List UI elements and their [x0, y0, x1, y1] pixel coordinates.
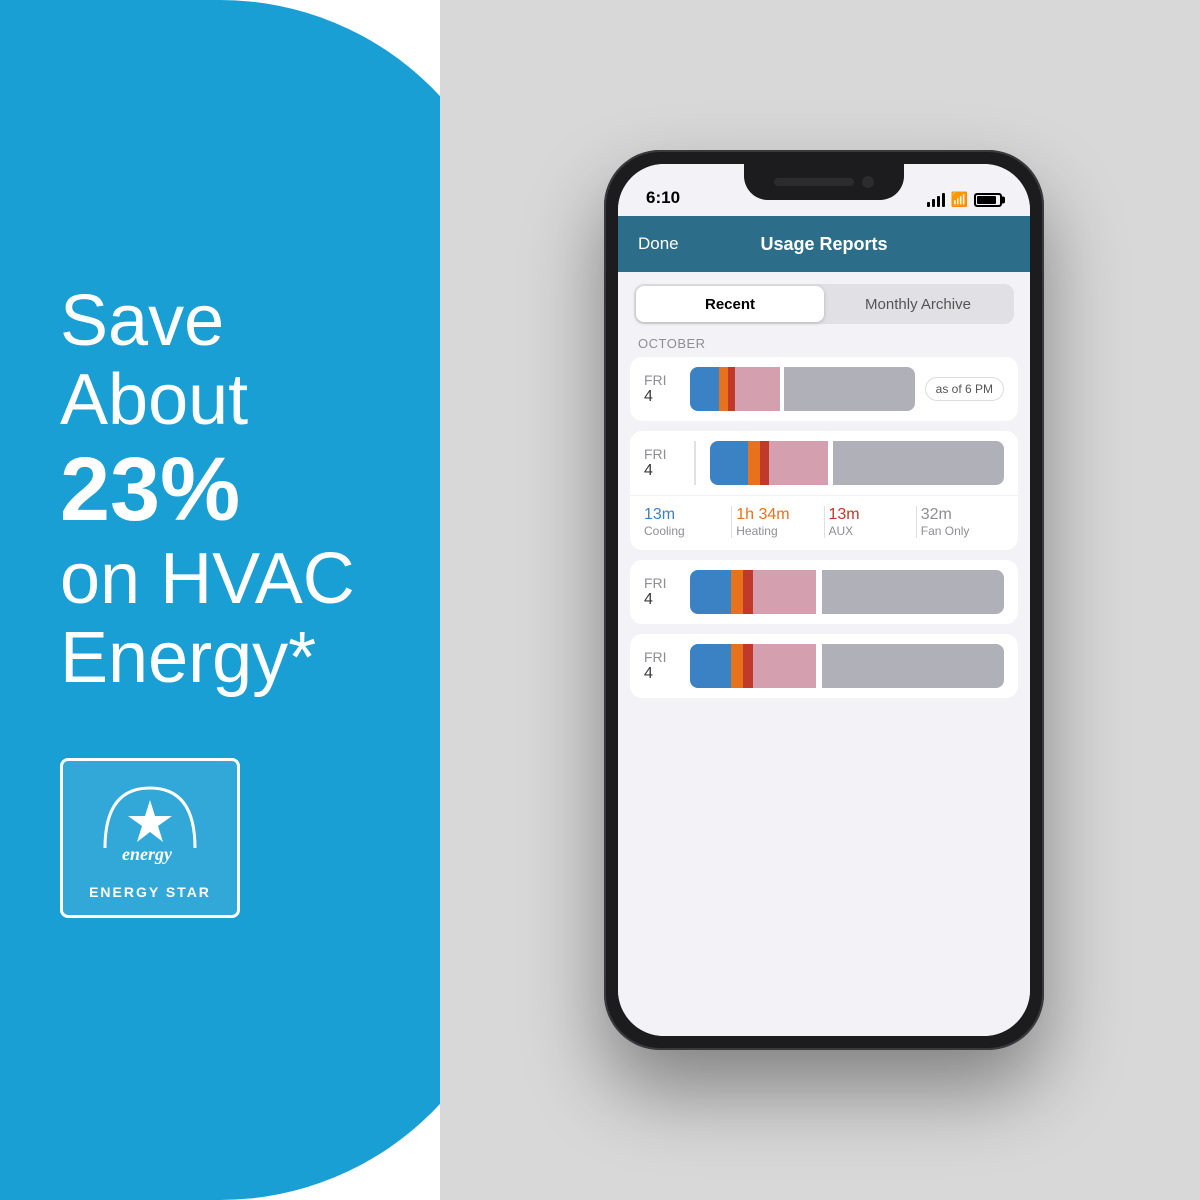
stat-label-fan: Fan Only: [921, 524, 1004, 538]
headline-text: Save About 23% on HVAC Energy*: [60, 282, 410, 698]
stat-heating: 1h 34m Heating: [736, 506, 819, 538]
usage-bar-3: [690, 570, 1004, 614]
signal-icon: [927, 193, 945, 207]
stat-label-aux: AUX: [829, 524, 912, 538]
nav-title: Usage Reports: [760, 234, 887, 255]
stat-cooling: 13m Cooling: [644, 506, 727, 538]
usage-row-4[interactable]: FRI 4: [630, 634, 1018, 698]
segment-control: Recent Monthly Archive: [634, 284, 1014, 324]
camera-dot: [862, 176, 874, 188]
phone-device: 6:10 📶 Done: [604, 150, 1044, 1050]
tab-monthly-archive[interactable]: Monthly Archive: [824, 286, 1012, 322]
save-line: Save: [60, 281, 224, 361]
wifi-icon: 📶: [951, 191, 968, 208]
percent-line: 23%: [60, 440, 240, 540]
usage-bar-2: [710, 441, 1004, 485]
stat-label-heating: Heating: [736, 524, 819, 538]
energy-line: Energy*: [60, 618, 316, 698]
usage-row-3[interactable]: FRI 4: [630, 560, 1018, 624]
about-line: About: [60, 360, 248, 440]
day-label-1: FRI 4: [644, 372, 680, 406]
stat-value-heating: 1h 34m: [736, 506, 819, 524]
energy-star-svg: energy: [90, 778, 210, 873]
usage-row-expanded[interactable]: FRI 4: [630, 431, 1018, 550]
tab-recent[interactable]: Recent: [636, 286, 824, 322]
svg-text:energy: energy: [122, 844, 173, 864]
expanded-stats: 13m Cooling 1h 34m Heating 13m AUX: [630, 496, 1018, 550]
nav-bar: Done Usage Reports: [618, 216, 1030, 272]
expanded-bar-row: FRI 4: [630, 431, 1018, 496]
content-area: OCTOBER FRI 4 as of 6 PM: [618, 326, 1030, 1036]
energy-star-label: ENERGY STAR: [89, 884, 211, 900]
usage-bar-1: [690, 367, 915, 411]
energy-star-badge: energy ENERGY STAR: [60, 758, 240, 918]
as-of-badge: as of 6 PM: [925, 377, 1004, 401]
stat-aux: 13m AUX: [829, 506, 912, 538]
usage-bar-4: [690, 644, 1004, 688]
stat-value-aux: 13m: [829, 506, 912, 524]
phone-notch: [744, 164, 904, 200]
usage-row-1[interactable]: FRI 4 as of 6 PM: [630, 357, 1018, 421]
day-label-3: FRI 4: [644, 575, 680, 609]
stat-label-cooling: Cooling: [644, 524, 727, 538]
hvac-line: on HVAC: [60, 539, 355, 619]
divider: [694, 441, 696, 485]
energy-star-logo: energy: [80, 776, 220, 876]
day-label-4: FRI 4: [644, 649, 680, 683]
status-icons: 📶: [927, 191, 1002, 208]
stat-value-cooling: 13m: [644, 506, 727, 524]
section-header-october: OCTOBER: [618, 326, 1030, 357]
phone-screen: 6:10 📶 Done: [618, 164, 1030, 1036]
day-label-2: FRI 4: [644, 446, 680, 480]
left-panel: Save About 23% on HVAC Energy* energy EN…: [0, 0, 460, 1200]
notch-pill: [774, 178, 854, 186]
stat-value-fan: 32m: [921, 506, 1004, 524]
stat-fan: 32m Fan Only: [921, 506, 1004, 538]
battery-icon: [974, 193, 1002, 207]
phone-wrapper: 6:10 📶 Done: [544, 150, 1104, 1050]
